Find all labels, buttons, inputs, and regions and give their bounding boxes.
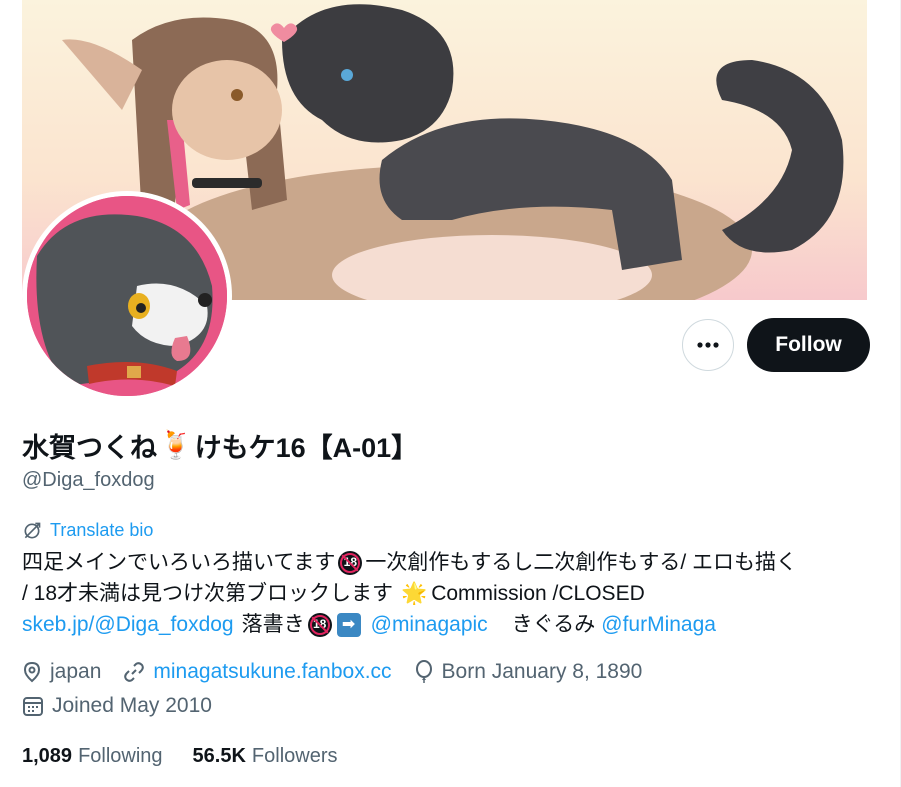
followers-count: 56.5K [192, 745, 246, 767]
skeb-link[interactable]: skeb.jp/@Diga_foxdog [22, 609, 234, 640]
avatar-collar-buckle [127, 366, 141, 378]
followers-link[interactable]: 56.5K Followers [193, 745, 338, 768]
banner-fox-ear [62, 39, 142, 110]
joined-item: Joined May 2010 [22, 694, 212, 718]
bio-line-3: skeb.jp/@Diga_foxdog 落書き 18 ➡ @minagapic… [22, 609, 867, 640]
profile-page: Follow 水賀つくね 🍹 けもケ16【A-01】 @Diga_foxdog … [0, 0, 901, 787]
bio-text: Commission /CLOSED [431, 582, 645, 605]
banner-tail [716, 60, 844, 253]
translate-bio-link[interactable]: Translate bio [22, 520, 153, 541]
bio-line-1: 四足メインでいろいろ描いてます 18 一次創作もするし二次創作もする/ エロも描… [22, 547, 867, 578]
avatar-illustration [27, 196, 227, 396]
location-item: japan [22, 660, 101, 684]
avatar[interactable] [27, 196, 227, 396]
profile-meta-row: japan minagatsukune.fanbox.cc Born Janua… [22, 660, 664, 684]
balloon-icon [414, 660, 434, 684]
furminaga-mention-link[interactable]: @furMinaga [601, 609, 716, 640]
banner-black-dog-eye [341, 69, 353, 81]
more-options-button[interactable] [682, 319, 734, 371]
joined-text: Joined May 2010 [52, 694, 212, 717]
bio-text: 落書き [241, 613, 305, 636]
bio-text: 四足メインでいろいろ描いてます [22, 551, 336, 574]
avatar-dog-tongue [171, 336, 191, 361]
location-pin-icon [22, 661, 42, 683]
profile-bio: 四足メインでいろいろ描いてます 18 一次創作もするし二次創作もする/ エロも描… [22, 547, 867, 640]
follow-stats: 1,089 Following 56.5K Followers [22, 745, 368, 768]
minagapic-mention-link[interactable]: @minagapic [371, 609, 488, 640]
display-name-text-2: けもケ16【A-01】 [194, 432, 419, 463]
banner-collar [192, 178, 262, 188]
translate-bio-label: Translate bio [50, 520, 154, 540]
birthday-item: Born January 8, 1890 [414, 660, 643, 684]
bio-text: / 18才未満は見つけ次第ブロックします [22, 582, 394, 605]
display-name: 水賀つくね 🍹 けもケ16【A-01】 [22, 425, 418, 465]
follow-button[interactable]: Follow [747, 318, 870, 372]
website-link[interactable]: minagatsukune.fanbox.cc [153, 660, 391, 684]
calendar-icon [22, 695, 44, 717]
user-handle: @Diga_foxdog [22, 469, 155, 491]
profile-meta-row-2: Joined May 2010 [22, 694, 234, 718]
avatar-dog-nose [198, 293, 212, 307]
link-icon [123, 661, 145, 683]
more-horizontal-icon [697, 342, 719, 348]
following-label: Following [78, 745, 163, 767]
bio-line-2: / 18才未満は見つけ次第ブロックします 🌟 Commission /CLOSE… [22, 578, 867, 609]
avatar-frame[interactable] [22, 191, 232, 401]
website-item: minagatsukune.fanbox.cc [123, 660, 392, 684]
banner-fox-eye [231, 89, 243, 101]
right-arrow-icon: ➡ [336, 612, 361, 637]
bio-text: 一次創作もするし二次創作もする/ エロも描く [365, 551, 797, 574]
no-under-18-icon: 18 [338, 550, 363, 575]
banner-fox-face [172, 60, 282, 160]
translate-icon [24, 522, 41, 538]
star-emoji: 🌟 [401, 582, 428, 605]
following-count: 1,089 [22, 745, 73, 767]
display-name-text-1: 水賀つくね [22, 432, 157, 463]
birthday-text: Born January 8, 1890 [441, 660, 643, 683]
no-under-18-icon: 18 [307, 612, 332, 637]
banner-black-dog-head [282, 4, 454, 143]
followers-label: Followers [251, 745, 338, 767]
tropical-drink-emoji: 🍹 [159, 430, 193, 460]
bio-text: きぐるみ [511, 613, 596, 636]
following-link[interactable]: 1,089 Following [22, 745, 163, 768]
location-text: japan [50, 660, 102, 683]
